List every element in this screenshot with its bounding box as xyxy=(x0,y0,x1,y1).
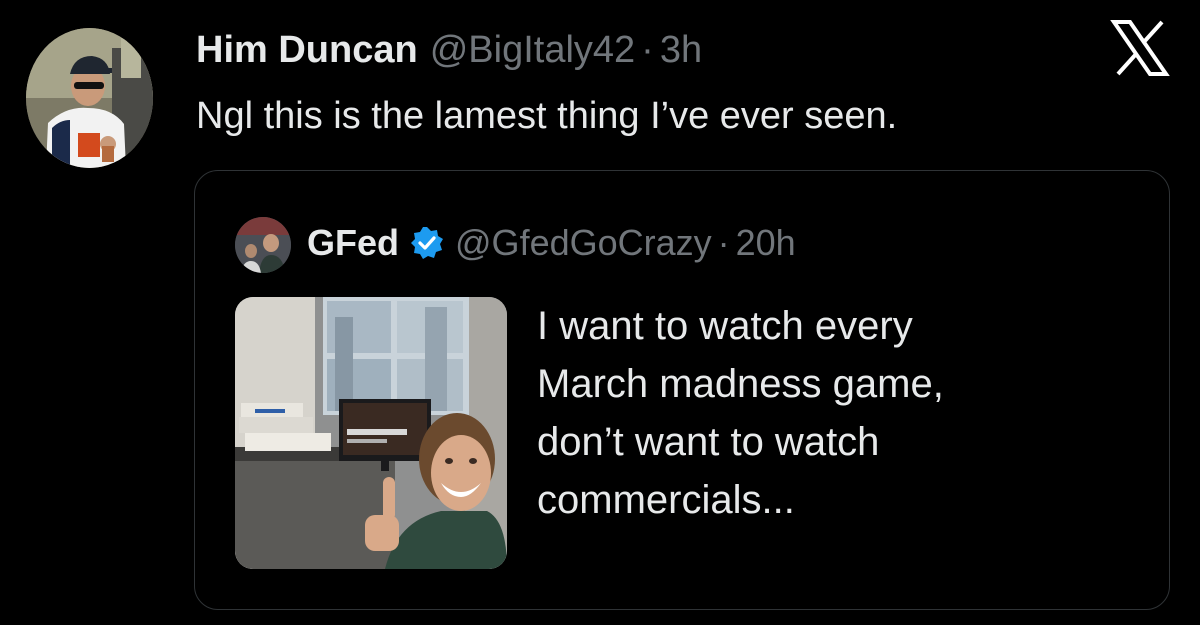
tweet-timestamp[interactable]: 3h xyxy=(660,29,702,71)
quoted-tweet-photo[interactable] xyxy=(235,297,507,569)
tweet-text: Ngl this is the lamest thing I’ve ever s… xyxy=(196,95,898,137)
photo-man-thumbs-up-icon xyxy=(235,297,507,569)
quoted-tweet-timestamp[interactable]: 20h xyxy=(736,222,796,263)
quoted-author-handle[interactable]: @GfedGoCrazy xyxy=(455,222,712,263)
quoted-text-line: commercials... xyxy=(537,478,795,522)
quoted-text-line: don’t want to watch xyxy=(537,420,880,464)
tweet: Him Duncan @BigItaly42 · 3h Ngl this is the… xyxy=(0,0,1200,625)
quoted-profile-photo-icon xyxy=(235,217,291,273)
author-avatar[interactable] xyxy=(26,28,153,168)
profile-photo-icon xyxy=(26,28,153,168)
quoted-separator-dot: · xyxy=(717,222,730,263)
quoted-tweet-text: I want to watch every March madness game… xyxy=(537,297,1137,529)
quoted-author-name[interactable]: GFed xyxy=(307,222,399,263)
tweet-header: Him Duncan @BigItaly42 · 3h xyxy=(196,26,702,74)
author-name[interactable]: Him Duncan xyxy=(196,29,418,71)
quoted-text-line: I want to watch every xyxy=(537,304,913,348)
separator-dot: · xyxy=(641,29,654,71)
verified-badge-icon xyxy=(409,225,445,261)
x-logo-icon[interactable] xyxy=(1110,20,1170,76)
author-handle[interactable]: @BigItaly42 xyxy=(430,29,635,71)
quoted-tweet-header: GFed @GfedGoCrazy · 20h xyxy=(307,219,796,267)
quoted-author-avatar[interactable] xyxy=(235,217,291,273)
quoted-text-line: March madness game, xyxy=(537,362,944,406)
quoted-tweet-card[interactable]: GFed @GfedGoCrazy · 20h I want to watch … xyxy=(194,170,1170,610)
